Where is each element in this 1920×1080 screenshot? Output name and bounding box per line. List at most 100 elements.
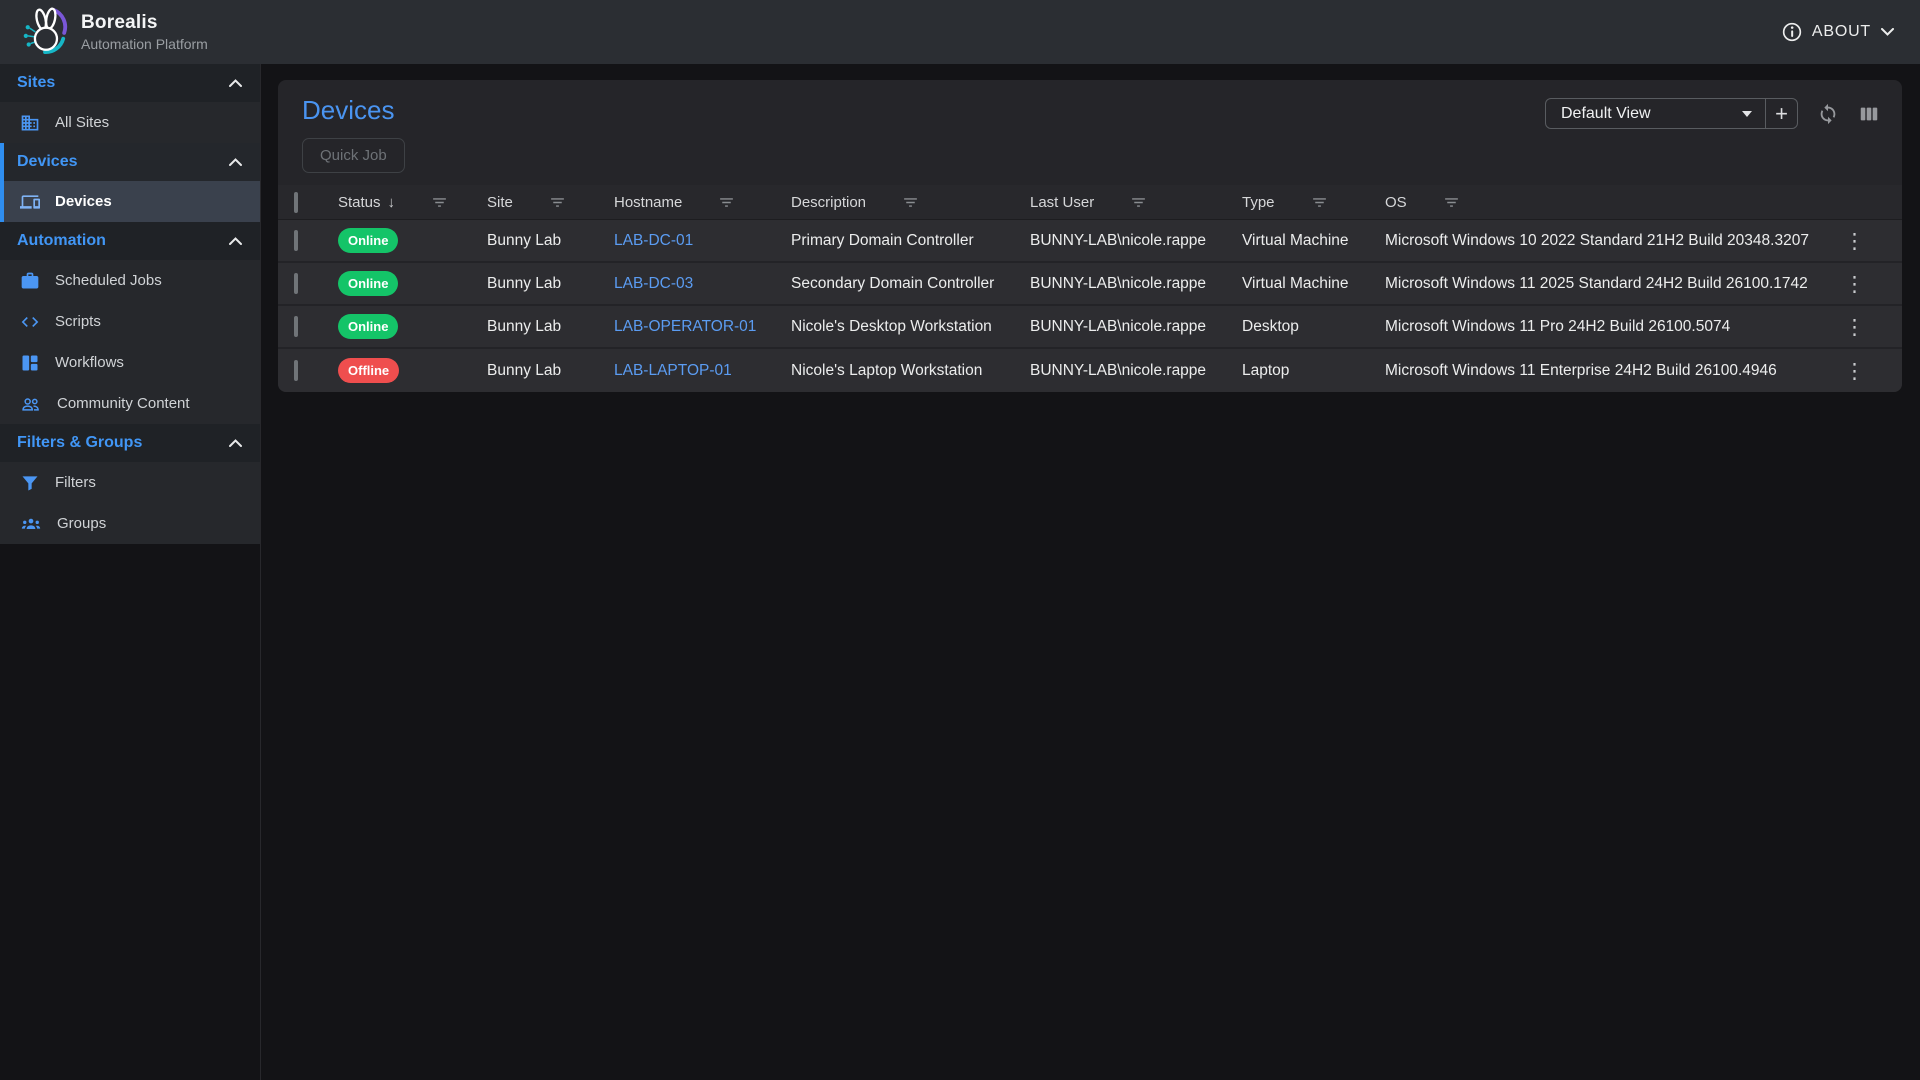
description-cell: Nicole's Laptop Workstation bbox=[791, 362, 1030, 380]
status-badge: Offline bbox=[338, 358, 399, 383]
section-label: Sites bbox=[17, 74, 55, 92]
sidebar-item-label: Devices bbox=[55, 193, 112, 210]
info-icon bbox=[1782, 22, 1802, 42]
view-select-group: Default View + bbox=[1545, 98, 1798, 129]
sidebar-item-label: Groups bbox=[57, 515, 106, 532]
filter-list-icon[interactable] bbox=[1443, 194, 1460, 211]
last-user-cell: BUNNY-LAB\nicole.rappe bbox=[1030, 318, 1242, 336]
column-header-status[interactable]: Status ↓ bbox=[338, 194, 487, 211]
column-header-os[interactable]: OS bbox=[1385, 194, 1844, 211]
people-icon bbox=[20, 394, 42, 414]
filter-list-icon[interactable] bbox=[1130, 194, 1147, 211]
table-row: Online Bunny Lab LAB-OPERATOR-01 Nicole'… bbox=[278, 306, 1902, 349]
os-cell: Microsoft Windows 11 Pro 24H2 Build 2610… bbox=[1385, 318, 1844, 336]
column-header-type[interactable]: Type bbox=[1242, 194, 1385, 211]
devices-table: Status ↓ Site Hostname bbox=[278, 185, 1902, 392]
devices-panel: Devices Quick Job Default View + bbox=[278, 80, 1902, 392]
row-checkbox[interactable] bbox=[294, 360, 298, 381]
sidebar-item-devices[interactable]: Devices bbox=[0, 181, 260, 222]
sidebar-item-groups[interactable]: Groups bbox=[0, 503, 260, 544]
sidebar-item-scripts[interactable]: Scripts bbox=[0, 301, 260, 342]
column-label: Site bbox=[487, 194, 513, 211]
sidebar-rail: Sites All Sites Devices Devices Automati… bbox=[0, 64, 261, 1080]
row-menu-button[interactable]: ⋮ bbox=[1844, 229, 1865, 253]
column-header-hostname[interactable]: Hostname bbox=[614, 194, 791, 211]
sidebar-item-community-content[interactable]: Community Content bbox=[0, 383, 260, 424]
description-cell: Secondary Domain Controller bbox=[791, 275, 1030, 293]
column-header-description[interactable]: Description bbox=[791, 194, 1030, 211]
sidebar-section-devices[interactable]: Devices bbox=[0, 143, 260, 181]
status-badge: Online bbox=[338, 228, 398, 253]
sidebar-item-filters[interactable]: Filters bbox=[0, 462, 260, 503]
select-all-checkbox[interactable] bbox=[294, 192, 298, 213]
view-select[interactable]: Default View bbox=[1546, 99, 1765, 128]
groups-icon bbox=[20, 514, 42, 534]
sidebar-item-label: Filters bbox=[55, 474, 96, 491]
sidebar-item-label: Workflows bbox=[55, 354, 124, 371]
column-label: Last User bbox=[1030, 194, 1094, 211]
panel-header: Devices Quick Job Default View + bbox=[278, 80, 1902, 185]
row-checkbox[interactable] bbox=[294, 273, 298, 294]
filter-list-icon[interactable] bbox=[1311, 194, 1328, 211]
sidebar-section-sites[interactable]: Sites bbox=[0, 64, 260, 102]
type-cell: Virtual Machine bbox=[1242, 275, 1385, 293]
sidebar: Sites All Sites Devices Devices Automati… bbox=[0, 64, 260, 544]
chevron-up-icon bbox=[229, 439, 242, 447]
column-label: Hostname bbox=[614, 194, 682, 211]
description-cell: Nicole's Desktop Workstation bbox=[791, 318, 1030, 336]
row-checkbox[interactable] bbox=[294, 230, 298, 251]
hostname-link[interactable]: LAB-OPERATOR-01 bbox=[614, 318, 756, 335]
hostname-link[interactable]: LAB-LAPTOP-01 bbox=[614, 362, 732, 379]
site-cell: Bunny Lab bbox=[487, 232, 614, 250]
add-view-button[interactable]: + bbox=[1766, 99, 1797, 128]
view-controls: Default View + bbox=[1545, 98, 1880, 129]
devices-icon bbox=[20, 192, 40, 212]
os-cell: Microsoft Windows 11 2025 Standard 24H2 … bbox=[1385, 275, 1844, 293]
briefcase-icon bbox=[20, 271, 40, 291]
column-label: Status bbox=[338, 194, 381, 211]
sidebar-section-filters-groups[interactable]: Filters & Groups bbox=[0, 424, 260, 462]
sidebar-item-all-sites[interactable]: All Sites bbox=[0, 102, 260, 143]
chevron-down-icon bbox=[1881, 28, 1894, 36]
sidebar-item-scheduled-jobs[interactable]: Scheduled Jobs bbox=[0, 260, 260, 301]
columns-icon bbox=[1858, 103, 1880, 125]
row-menu-button[interactable]: ⋮ bbox=[1844, 315, 1865, 339]
filter-list-icon[interactable] bbox=[549, 194, 566, 211]
column-label: Type bbox=[1242, 194, 1275, 211]
type-cell: Desktop bbox=[1242, 318, 1385, 336]
column-label: Description bbox=[791, 194, 866, 211]
column-header-site[interactable]: Site bbox=[487, 194, 614, 211]
filter-list-icon[interactable] bbox=[902, 194, 919, 211]
funnel-icon bbox=[20, 473, 40, 493]
hostname-link[interactable]: LAB-DC-01 bbox=[614, 232, 693, 249]
sidebar-item-workflows[interactable]: Workflows bbox=[0, 342, 260, 383]
brand-subtitle: Automation Platform bbox=[81, 36, 208, 52]
about-label: ABOUT bbox=[1812, 23, 1871, 41]
about-button[interactable]: ABOUT bbox=[1782, 22, 1894, 42]
section-label: Filters & Groups bbox=[17, 434, 142, 452]
filter-list-icon[interactable] bbox=[431, 194, 448, 211]
sidebar-section-automation[interactable]: Automation bbox=[0, 222, 260, 260]
row-checkbox[interactable] bbox=[294, 316, 298, 337]
site-cell: Bunny Lab bbox=[487, 275, 614, 293]
status-badge: Online bbox=[338, 314, 398, 339]
site-cell: Bunny Lab bbox=[487, 318, 614, 336]
status-badge: Online bbox=[338, 271, 398, 296]
site-cell: Bunny Lab bbox=[487, 362, 614, 380]
main-content: Devices Quick Job Default View + bbox=[262, 64, 1920, 1080]
section-label: Devices bbox=[17, 153, 78, 171]
column-header-last-user[interactable]: Last User bbox=[1030, 194, 1242, 211]
brand-text: Borealis Automation Platform bbox=[81, 12, 208, 52]
columns-button[interactable] bbox=[1858, 103, 1880, 125]
view-select-value: Default View bbox=[1561, 105, 1651, 123]
table-header-row: Status ↓ Site Hostname bbox=[278, 185, 1902, 220]
os-cell: Microsoft Windows 11 Enterprise 24H2 Bui… bbox=[1385, 362, 1844, 380]
row-menu-button[interactable]: ⋮ bbox=[1844, 359, 1865, 383]
code-icon bbox=[20, 312, 40, 332]
row-menu-button[interactable]: ⋮ bbox=[1844, 272, 1865, 296]
brand-name: Borealis bbox=[81, 12, 208, 34]
filter-list-icon[interactable] bbox=[718, 194, 735, 211]
quick-job-button[interactable]: Quick Job bbox=[302, 138, 405, 173]
hostname-link[interactable]: LAB-DC-03 bbox=[614, 275, 693, 292]
refresh-button[interactable] bbox=[1817, 103, 1839, 125]
